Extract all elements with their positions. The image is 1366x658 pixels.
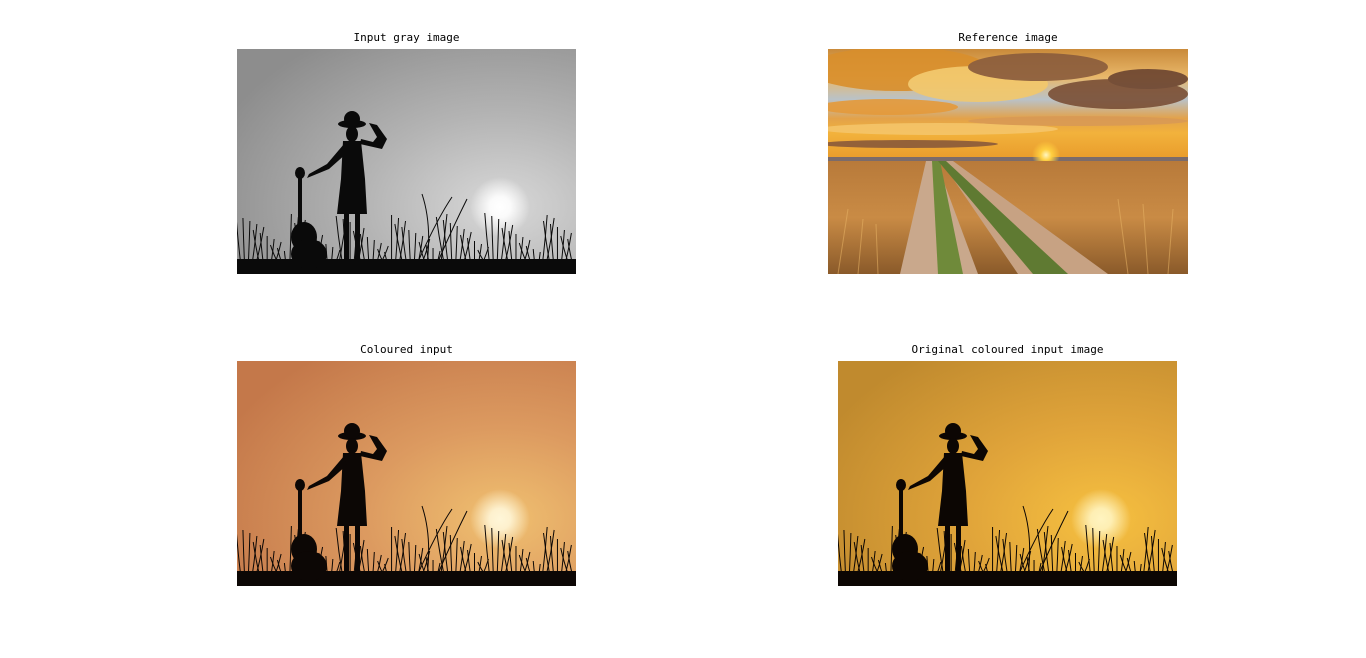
panel-title: Original coloured input image [911, 343, 1104, 356]
sun-icon [1071, 489, 1131, 549]
figure-window: Input gray image Reference image Coloure… [0, 0, 1366, 658]
input-gray-image [237, 49, 576, 274]
panel-title: Reference image [958, 31, 1058, 44]
panel-title: Coloured input [360, 343, 453, 356]
input-gray-panel: Input gray image [237, 31, 576, 274]
sun-icon [470, 177, 530, 237]
coloured-input-panel: Coloured input [237, 343, 576, 586]
panel-title: Input gray image [353, 31, 460, 44]
reference-panel: Reference image [828, 31, 1188, 274]
coloured-input-image [237, 361, 576, 586]
original-coloured-image [838, 361, 1177, 586]
sun-icon [470, 489, 530, 549]
original-coloured-panel: Original coloured input image [838, 343, 1177, 586]
reference-image [828, 49, 1188, 274]
